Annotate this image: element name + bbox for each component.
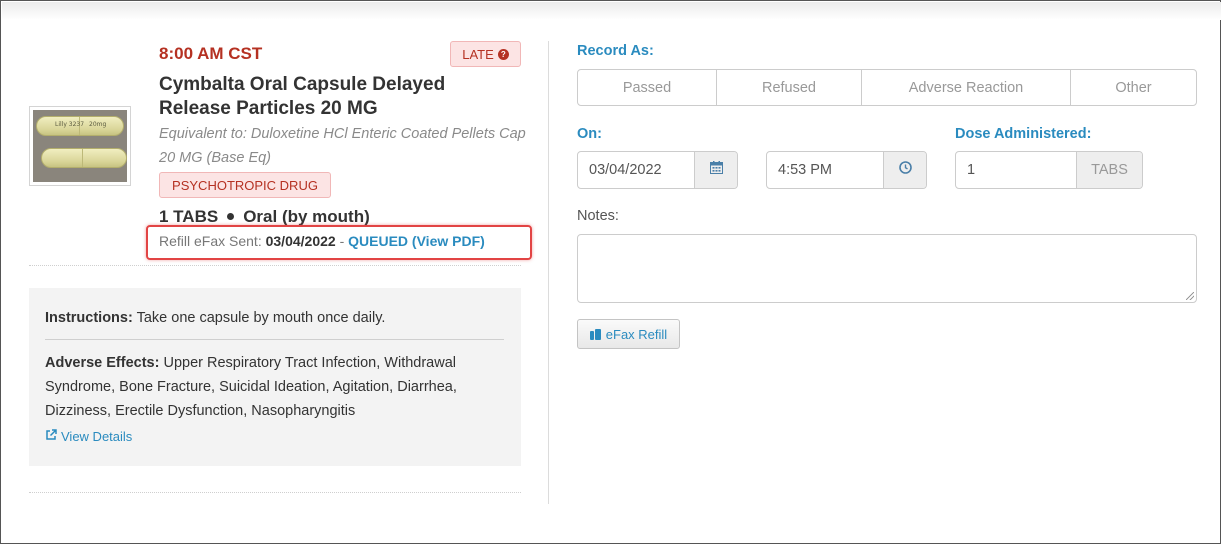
clock-icon (898, 161, 912, 179)
time-input-group: 4:53 PM (766, 151, 927, 189)
capsule-bottom (41, 148, 127, 168)
capsule-photo: Lilly 3237 20mg (33, 110, 127, 182)
instructions-panel: Instructions: Take one capsule by mouth … (29, 288, 521, 466)
section-divider (29, 265, 521, 266)
refill-status-line: Refill eFax Sent: 03/04/2022 - QUEUED (V… (159, 233, 485, 249)
view-details-link[interactable]: View Details (45, 429, 132, 444)
time-input[interactable]: 4:53 PM (767, 152, 883, 188)
clock-button[interactable] (883, 152, 926, 188)
record-passed-button[interactable]: Passed (578, 70, 717, 105)
record-as-label: Record As: (577, 43, 654, 59)
dose-unit: TABS (1076, 152, 1142, 188)
capsule-top: Lilly 3237 20mg (36, 116, 124, 136)
calendar-icon (709, 161, 723, 179)
top-shade (2, 2, 1221, 20)
scheduled-time: 8:00 AM CST (159, 44, 263, 63)
instructions: Instructions: Take one capsule by mouth … (45, 308, 505, 328)
instructions-label: Instructions: (45, 310, 133, 326)
refill-date: 03/04/2022 (265, 233, 336, 249)
view-details-label: View Details (61, 429, 133, 444)
instructions-divider (45, 339, 504, 340)
notes-textarea[interactable] (577, 234, 1197, 303)
dose-route: Oral (by mouth) (243, 207, 370, 226)
record-adverse-reaction-button[interactable]: Adverse Reaction (862, 70, 1071, 105)
question-circle-icon[interactable]: ? (497, 48, 509, 60)
refill-separator: - (339, 233, 345, 249)
bullet-dot-icon (227, 213, 235, 220)
adverse-effects-label: Adverse Effects: (45, 355, 160, 371)
date-input[interactable]: 03/04/2022 (578, 152, 694, 188)
capsule-imprint: Lilly 3237 (55, 121, 85, 128)
record-other-button[interactable]: Other (1071, 70, 1196, 105)
medication-name: Cymbalta Oral Capsule Delayed Release Pa… (159, 74, 446, 119)
psychotropic-badge: PSYCHOTROPIC DRUG (159, 172, 331, 198)
dose-line: 1 TABS Oral (by mouth) (159, 207, 370, 227)
late-label: LATE (462, 46, 494, 62)
bottom-divider (29, 492, 521, 493)
calendar-button[interactable] (694, 152, 737, 188)
record-refused-button[interactable]: Refused (717, 70, 862, 105)
on-label: On: (577, 126, 602, 142)
external-link-icon (45, 429, 57, 444)
dose-administered-label: Dose Administered: (955, 126, 1092, 142)
medication-pass-panel: Lilly 3237 20mg 8:00 AM CST LATE ? Cymba… (0, 0, 1221, 544)
dose-input-group: 1 TABS (955, 151, 1143, 189)
late-badge: LATE ? (450, 41, 521, 67)
efax-refill-label: eFax Refill (605, 326, 668, 342)
date-input-group: 03/04/2022 (577, 151, 738, 189)
resize-grip-icon[interactable] (1186, 292, 1194, 300)
record-as-options: Passed Refused Adverse Reaction Other (577, 69, 1197, 106)
equivalent-text: Equivalent to: Duloxetine HCl Enteric Co… (159, 126, 526, 166)
capsule-strength: 20mg (89, 121, 107, 128)
medication-image[interactable]: Lilly 3237 20mg (29, 106, 131, 186)
refill-label: Refill eFax Sent: (159, 233, 262, 249)
refill-status-link[interactable]: QUEUED (View PDF) (348, 233, 485, 249)
dose-administered-input[interactable]: 1 (956, 152, 1076, 188)
instructions-text: Take one capsule by mouth once daily. (136, 310, 386, 326)
adverse-effects: Adverse Effects: Upper Respiratory Tract… (45, 351, 505, 423)
dose-amount: 1 TABS (159, 207, 219, 226)
notes-label: Notes: (577, 208, 619, 224)
column-divider (548, 41, 549, 504)
fax-icon (589, 328, 601, 340)
efax-refill-button[interactable]: eFax Refill (577, 319, 680, 349)
